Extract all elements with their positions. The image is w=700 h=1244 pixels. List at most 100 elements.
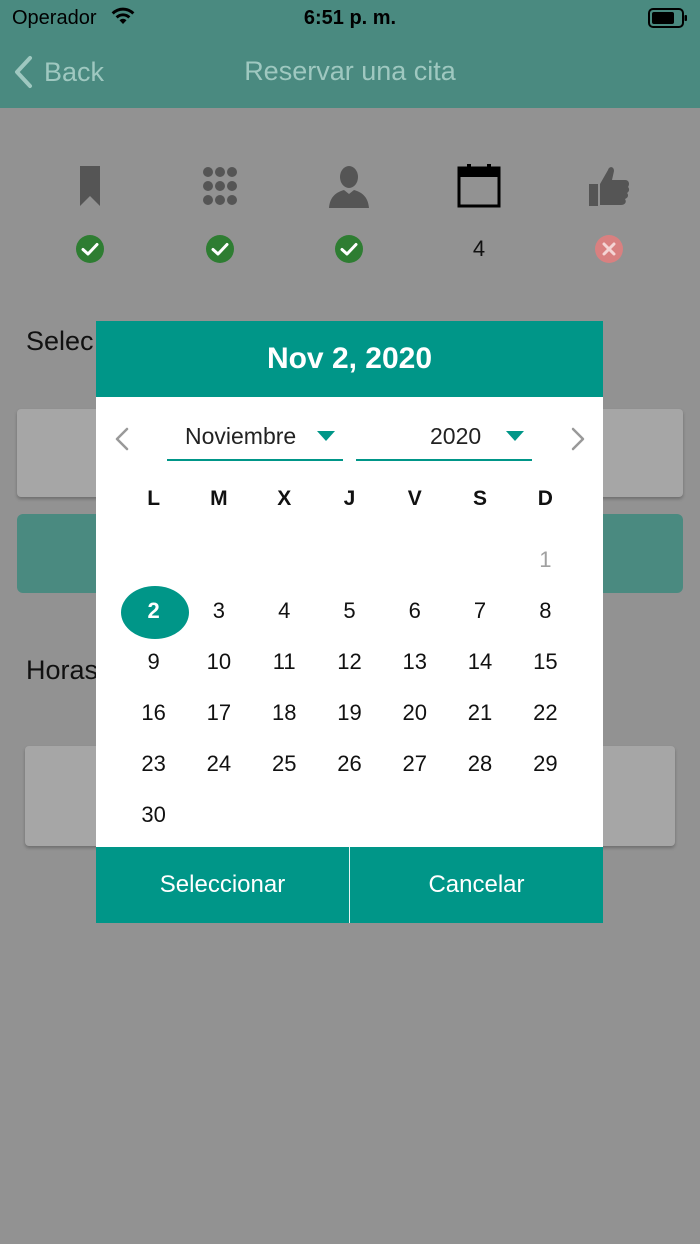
year-select[interactable]: 2020 [356,417,532,461]
day-cell[interactable]: 23 [121,738,186,789]
step-3[interactable] [319,162,379,272]
week-row: 2 3 4 5 6 7 8 [121,585,578,639]
step-2[interactable] [190,162,250,272]
day-cell[interactable]: 30 [121,789,186,840]
day-number: 21 [467,699,493,725]
day-cell[interactable]: 4 [252,585,317,636]
empty-day-cell [513,789,578,840]
day-cell[interactable]: 20 [382,687,447,738]
step-1[interactable] [60,162,120,272]
date-picker-header: Nov 2, 2020 [96,321,603,397]
date-picker-dialog: Nov 2, 2020 Noviembre 2020 L M X J V S D… [96,321,603,923]
day-number: 8 [539,597,552,623]
day-cell[interactable]: 26 [317,738,382,789]
day-number: 15 [533,648,558,674]
day-cell[interactable]: 15 [513,636,578,687]
day-cell[interactable]: 19 [317,687,382,738]
empty-day-cell [186,534,251,585]
day-cell[interactable]: 17 [186,687,251,738]
thumbs-up-icon [589,167,630,206]
chevron-left-icon[interactable] [112,425,132,453]
page-title: Reservar una cita [244,56,456,86]
day-cell[interactable]: 1 [513,534,578,585]
week-row: 23 24 25 26 27 28 29 [121,738,578,789]
day-cell[interactable]: 3 [186,585,251,636]
dialog-footer: Seleccionar Cancelar [96,847,603,923]
grid-icon [203,167,237,205]
check-circle-icon [206,235,234,263]
hours-label: Horas [26,655,99,685]
day-cell[interactable]: 13 [382,636,447,687]
chevron-right-icon[interactable] [568,425,588,453]
day-number: 9 [147,648,160,674]
day-number: 5 [343,597,356,623]
day-number: 3 [212,597,226,623]
day-cell[interactable]: 14 [447,636,512,687]
day-cell[interactable]: 16 [121,687,186,738]
week-row: 9 10 11 12 13 14 15 [121,636,578,687]
empty-day-cell [447,789,512,840]
day-number: 27 [402,750,427,776]
day-cell[interactable]: 28 [447,738,512,789]
day-cell[interactable]: 9 [121,636,186,687]
day-cell[interactable]: 6 [382,585,447,636]
day-number: 17 [206,699,232,725]
day-number: 18 [271,699,297,725]
empty-day-cell [382,789,447,840]
day-number: 7 [473,597,487,623]
day-cell[interactable]: 21 [447,687,512,738]
empty-day-cell [317,534,382,585]
weekday-label: S [473,487,488,510]
check-circle-icon [76,235,104,263]
bookmark-icon [80,166,100,206]
day-number: 23 [141,750,166,776]
empty-day-cell [447,534,512,585]
calendar-icon [457,164,501,208]
day-cell[interactable]: 24 [186,738,251,789]
weekday-label: D [537,487,553,510]
day-cell[interactable]: 22 [513,687,578,738]
day-number: 4 [278,597,291,623]
step-4[interactable]: 4 [449,162,509,272]
empty-day-cell [252,534,317,585]
year-value: 2020 [430,423,482,449]
empty-day-cell [252,789,317,840]
step-5[interactable] [579,162,639,272]
day-cell[interactable]: 7 [447,585,512,636]
day-cell[interactable]: 12 [317,636,382,687]
cancel-button[interactable]: Cancelar [350,847,603,923]
day-cell[interactable]: 25 [252,738,317,789]
day-grid: 1 2 3 4 5 6 7 8 9 10 11 12 13 14 15 16 17 18 19 20 21 22 23 24 2… [121,534,578,840]
day-cell[interactable]: 18 [252,687,317,738]
day-number: 16 [141,699,166,725]
day-number: 25 [271,750,297,776]
month-select[interactable]: Noviembre [167,417,343,461]
footer-divider [349,847,350,923]
empty-day-cell [382,534,447,585]
day-number: 26 [337,750,362,776]
selected-day[interactable]: 2 [121,585,190,639]
day-cell[interactable]: 11 [252,636,317,687]
week-row: 16 17 18 19 20 21 22 [121,687,578,738]
day-number: 28 [467,750,493,776]
day-number: 1 [539,546,552,572]
error-circle-icon [595,235,623,263]
day-number: 24 [206,750,232,776]
day-number: 20 [402,699,427,725]
nav-bar: Back Reservar una cita [0,36,700,108]
step-number: 4 [472,236,486,261]
select-button[interactable]: Seleccionar [96,847,349,923]
day-number: 19 [337,699,362,725]
day-number: 14 [467,648,493,674]
day-cell[interactable]: 8 [513,585,578,636]
day-cell[interactable]: 29 [513,738,578,789]
day-cell[interactable]: 27 [382,738,447,789]
status-bar: Operador 6:51 p. m. [0,0,700,36]
select-label: Selec [26,326,94,356]
day-cell[interactable]: 10 [186,636,251,687]
day-cell[interactable]: 5 [317,585,382,636]
week-row: 1 [121,534,578,585]
empty-day-cell [186,789,251,840]
day-number: 6 [408,597,421,623]
caret-down-icon [317,431,335,441]
